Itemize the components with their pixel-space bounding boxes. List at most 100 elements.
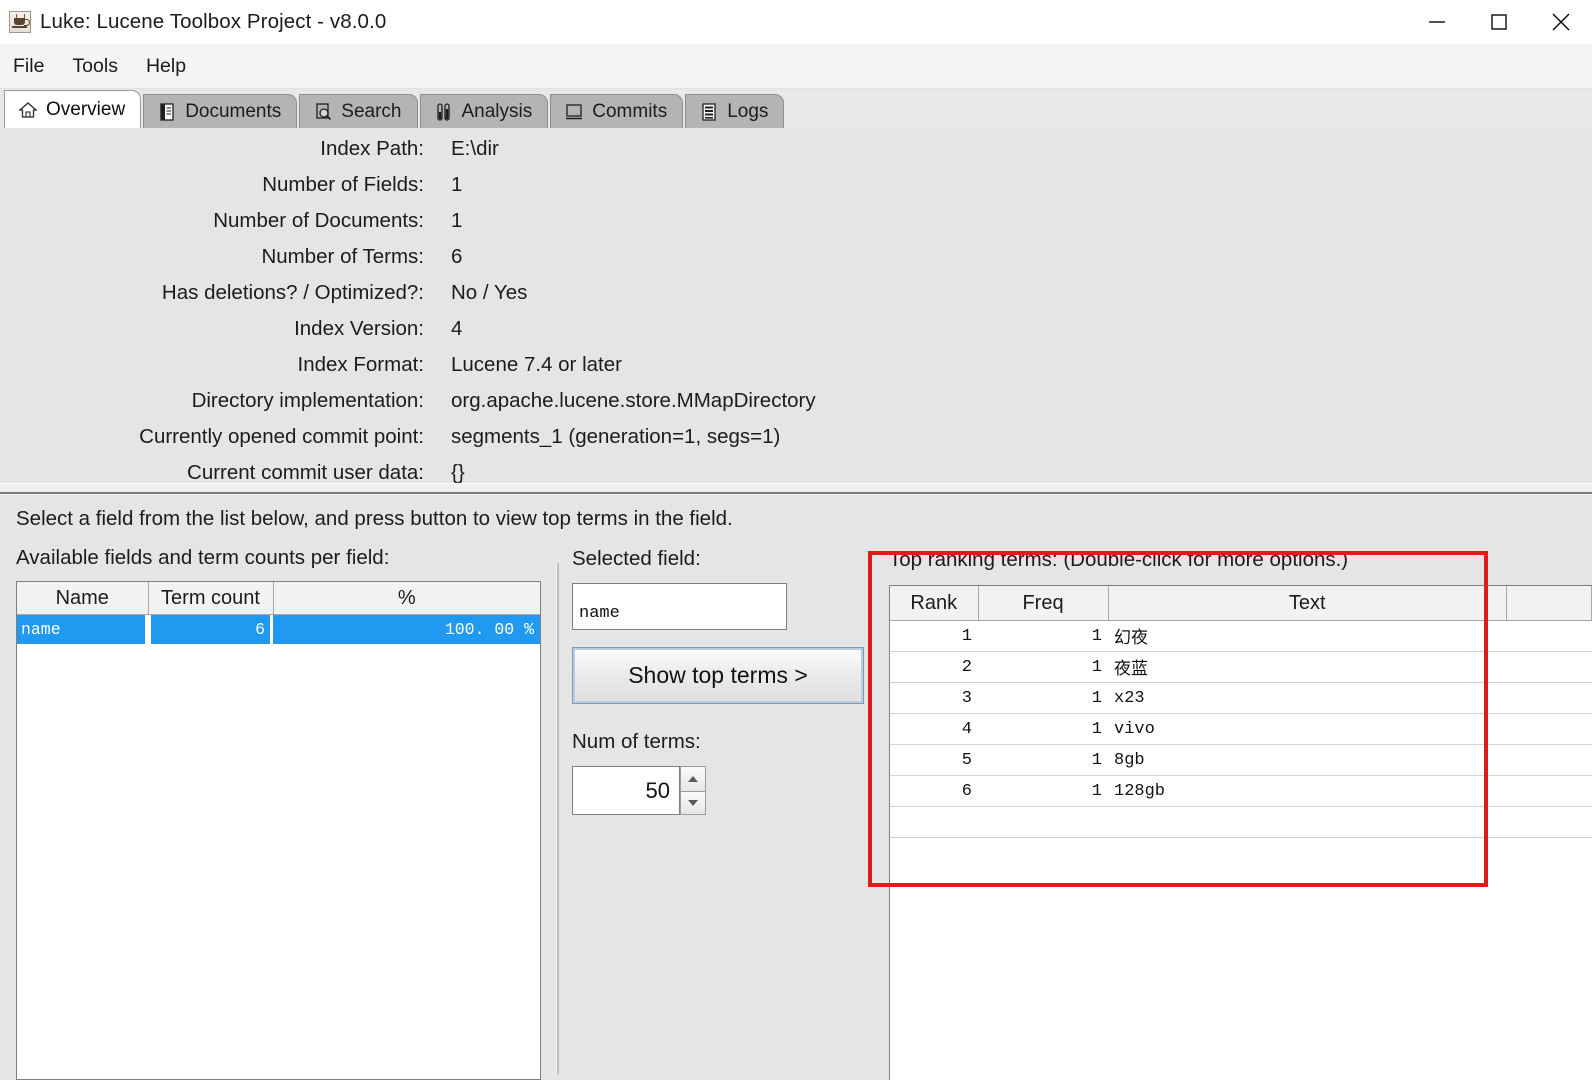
arrow-down-icon[interactable]	[680, 790, 706, 815]
cell-term-count: 6	[148, 614, 273, 644]
cell-extra	[1506, 744, 1592, 776]
document-icon	[157, 102, 177, 122]
cell-freq	[978, 806, 1108, 838]
tab-analysis[interactable]: Analysis	[419, 94, 549, 128]
info-label: Index Path:	[320, 137, 424, 160]
table-row[interactable]: 3 1 x23	[890, 682, 1592, 714]
cell-text	[1108, 806, 1507, 838]
cell-extra	[1506, 806, 1592, 838]
menu-item-file[interactable]: File	[13, 53, 58, 80]
tab-commits[interactable]: Commits	[550, 94, 684, 128]
fields-and-terms-section: Select a field from the list below, and …	[0, 495, 1592, 1080]
java-coffee-cup-icon	[9, 11, 31, 33]
cell-rank: 6	[890, 775, 978, 807]
vertical-splitter-left[interactable]	[553, 541, 562, 1080]
top-ranking-terms-pane: Top ranking terms: (Double-click for mor…	[872, 541, 1592, 1080]
available-fields-caption: Available fields and term counts per fie…	[16, 546, 390, 569]
arrow-up-icon[interactable]	[680, 766, 706, 791]
maximize-icon[interactable]	[1468, 0, 1530, 44]
info-label: Index Format:	[297, 353, 424, 376]
column-header-extra[interactable]	[1506, 586, 1592, 621]
column-header-rank[interactable]: Rank	[890, 586, 979, 621]
available-fields-pane: Available fields and term counts per fie…	[0, 541, 553, 1080]
info-label: Number of Terms:	[261, 245, 424, 268]
tab-search[interactable]: Search	[299, 94, 418, 128]
column-header-percent[interactable]: %	[273, 582, 540, 615]
cell-extra	[1506, 682, 1592, 714]
menu-item-tools[interactable]: Tools	[72, 53, 132, 80]
tab-logs[interactable]: Logs	[685, 94, 785, 128]
info-row-index-format: Index Format: Lucene 7.4 or later	[0, 353, 1592, 389]
column-header-text[interactable]: Text	[1108, 586, 1507, 621]
info-label: Has deletions? / Optimized?:	[161, 281, 424, 304]
cell-text: 8gb	[1108, 744, 1507, 776]
tab-label: Search	[341, 100, 402, 122]
book-icon	[564, 102, 584, 122]
panel-divider-spacer	[0, 483, 1592, 492]
info-label: Current commit user data:	[187, 461, 424, 484]
cell-freq: 1	[978, 713, 1108, 745]
window-controls	[1406, 0, 1592, 44]
cell-freq: 1	[978, 651, 1108, 683]
info-row-has-deletions-optimized: Has deletions? / Optimized?: No / Yes	[0, 281, 1592, 317]
cell-freq: 1	[978, 744, 1108, 776]
table-row[interactable]	[890, 806, 1592, 838]
num-of-terms-value[interactable]: 50	[572, 766, 680, 815]
selected-field-input[interactable]: name	[572, 583, 787, 630]
close-icon[interactable]	[1530, 0, 1592, 44]
cell-field-name: name	[17, 614, 148, 644]
tab-documents[interactable]: Documents	[143, 94, 298, 128]
info-label: Directory implementation:	[191, 389, 424, 412]
cell-text: x23	[1108, 682, 1507, 714]
tab-strip: Overview Documents Search Analysis Commi…	[0, 89, 1592, 128]
list-icon	[699, 102, 719, 122]
column-header-freq[interactable]: Freq	[978, 586, 1109, 621]
info-value: 1	[451, 209, 463, 232]
fields-table[interactable]: Name Term count % name 6 100. 00 %	[16, 581, 541, 1080]
tab-label: Analysis	[461, 100, 533, 122]
cell-rank: 1	[890, 620, 978, 652]
home-icon	[18, 100, 38, 120]
num-of-terms-label: Num of terms:	[572, 730, 701, 753]
minimize-icon[interactable]	[1406, 0, 1468, 44]
panes-container: Available fields and term counts per fie…	[0, 541, 1592, 1080]
column-header-name[interactable]: Name	[17, 582, 149, 615]
table-row[interactable]: name 6 100. 00 %	[17, 614, 540, 644]
cell-rank	[890, 806, 978, 838]
table-row[interactable]: 1 1 幻夜	[890, 620, 1592, 652]
info-value: org.apache.lucene.store.MMapDirectory	[451, 389, 816, 412]
fields-table-header-row: Name Term count %	[17, 582, 540, 615]
menu-item-help[interactable]: Help	[146, 53, 200, 80]
table-row[interactable]: 2 1 夜蓝	[890, 651, 1592, 683]
table-row[interactable]: 5 1 8gb	[890, 744, 1592, 776]
window-title: Luke: Lucene Toolbox Project - v8.0.0	[40, 10, 387, 33]
top-terms-table[interactable]: Rank Freq Text 1 1 幻夜 2 1 夜蓝 3 1 x23 4 1…	[889, 585, 1592, 1080]
cell-extra	[1506, 775, 1592, 807]
info-value: segments_1 (generation=1, segs=1)	[451, 425, 781, 448]
tab-overview[interactable]: Overview	[4, 90, 142, 128]
title-bar: Luke: Lucene Toolbox Project - v8.0.0	[0, 0, 1592, 44]
table-row[interactable]: 6 1 128gb	[890, 775, 1592, 807]
show-top-terms-button[interactable]: Show top terms >	[572, 647, 864, 704]
info-label: Index Version:	[294, 317, 424, 340]
column-header-term-count[interactable]: Term count	[148, 582, 274, 615]
cell-freq: 1	[978, 682, 1108, 714]
info-value: 6	[451, 245, 463, 268]
selected-field-pane: Selected field: name Show top terms > Nu…	[562, 541, 872, 1080]
info-value: E:\dir	[451, 137, 499, 160]
cell-text: 夜蓝	[1108, 651, 1507, 683]
cell-text: 幻夜	[1108, 620, 1507, 652]
num-of-terms-stepper[interactable]: 50	[572, 766, 706, 815]
cell-extra	[1506, 651, 1592, 683]
info-value: 4	[451, 317, 463, 340]
tab-label: Overview	[46, 98, 126, 120]
index-info-panel: Index Path: E:\dir Number of Fields: 1 N…	[0, 128, 1592, 484]
info-value: Lucene 7.4 or later	[451, 353, 622, 376]
info-row-number-of-documents: Number of Documents: 1	[0, 209, 1592, 245]
cell-rank: 2	[890, 651, 978, 683]
cell-extra	[1506, 713, 1592, 745]
info-label: Number of Documents:	[213, 209, 424, 232]
info-row-number-of-fields: Number of Fields: 1	[0, 173, 1592, 209]
table-row[interactable]: 4 1 vivo	[890, 713, 1592, 745]
selected-field-label: Selected field:	[572, 547, 701, 570]
